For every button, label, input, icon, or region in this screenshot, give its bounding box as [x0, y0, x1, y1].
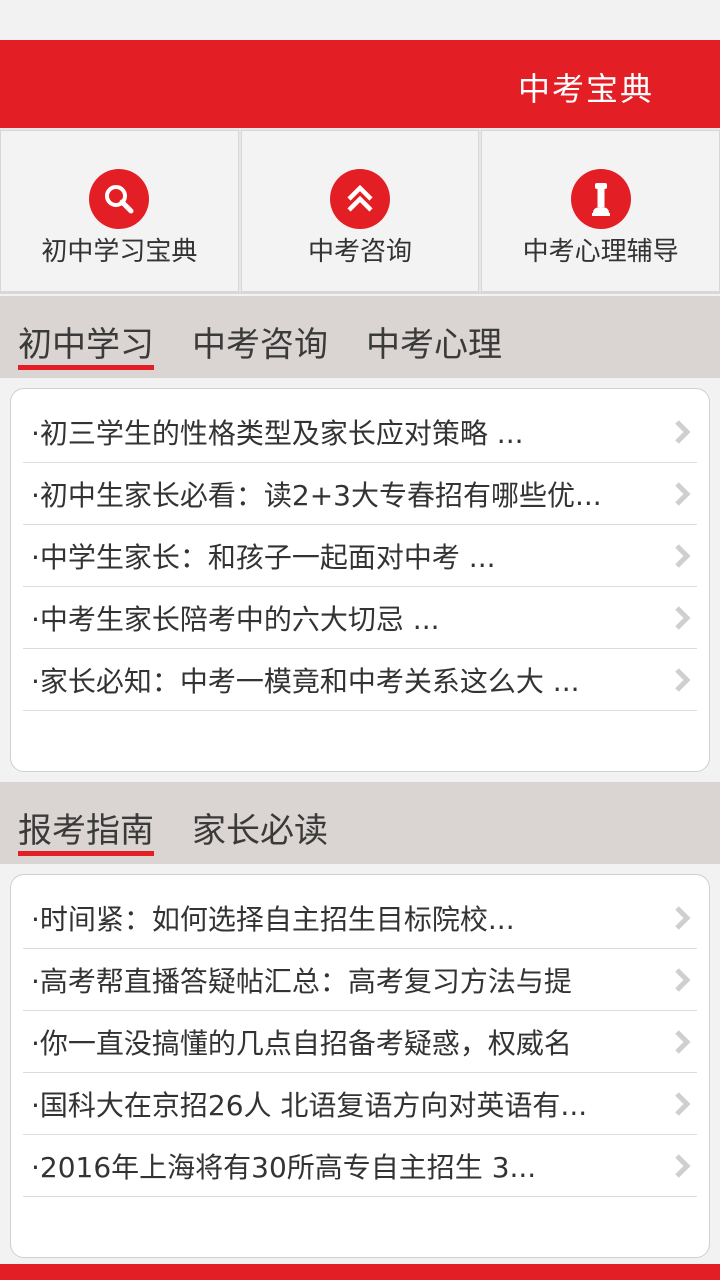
shortcut-study-guide[interactable]: 初中学习宝典: [0, 130, 239, 292]
list-item-title: ·时间紧：如何选择自主招生目标院校...: [31, 902, 515, 936]
tab-parent-reading[interactable]: 家长必读: [192, 810, 328, 864]
chevron-right-icon: [675, 967, 691, 992]
list-item[interactable]: ·2016年上海将有30所高专自主招生 3...: [23, 1135, 697, 1197]
list-item[interactable]: ·你一直没搞懂的几点自招备考疑惑，权威名: [23, 1011, 697, 1073]
chevron-right-icon: [675, 905, 691, 930]
section1-tabbar: 初中学习 中考咨询 中考心理: [0, 296, 720, 378]
list-item[interactable]: ·高考帮直播答疑帖汇总：高考复习方法与提: [23, 949, 697, 1011]
list-item[interactable]: ·中学生家长：和孩子一起面对中考 ...: [23, 525, 697, 587]
chevron-right-icon: [675, 1091, 691, 1116]
list-item[interactable]: ·家长必知：中考一模竟和中考关系这么大 ...: [23, 649, 697, 711]
chevron-right-icon: [675, 419, 691, 444]
list-item-title: ·高考帮直播答疑帖汇总：高考复习方法与提: [31, 964, 572, 998]
chevron-right-icon: [675, 1029, 691, 1054]
tab-exam-guide[interactable]: 报考指南: [18, 810, 154, 864]
list-item[interactable]: ·时间紧：如何选择自主招生目标院校...: [23, 887, 697, 949]
list-item-title: ·2016年上海将有30所高专自主招生 3...: [31, 1150, 537, 1184]
list-item-title: ·你一直没搞懂的几点自招备考疑惑，权威名: [31, 1026, 572, 1060]
list-item[interactable]: ·国科大在京招26人 北语复语方向对英语有...: [23, 1073, 697, 1135]
chess-piece-icon: [570, 169, 631, 229]
bottom-red-bar: [0, 1264, 720, 1280]
list-item-title: ·中考生家长陪考中的六大切忌 ...: [31, 602, 440, 636]
list-item-title: ·家长必知：中考一模竟和中考关系这么大 ...: [31, 664, 580, 698]
tab-junior-study[interactable]: 初中学习: [18, 324, 154, 378]
list-item-title: ·中学生家长：和孩子一起面对中考 ...: [31, 540, 496, 574]
list-item-title: ·初中生家长必看：读2+3大专春招有哪些优...: [31, 478, 602, 512]
tab-exam-psych[interactable]: 中考心理: [366, 324, 502, 378]
list-item-title: ·国科大在京招26人 北语复语方向对英语有...: [31, 1088, 588, 1122]
list-item-title: ·初三学生的性格类型及家长应对策略 ...: [31, 416, 524, 450]
shortcut-psych-counsel[interactable]: 中考心理辅导: [481, 130, 720, 292]
app-title: 中考宝典: [517, 70, 654, 108]
shortcut-exam-consult[interactable]: 中考咨询: [240, 130, 480, 292]
status-bar-space: [0, 0, 720, 40]
list-item[interactable]: ·中考生家长陪考中的六大切忌 ...: [23, 587, 697, 649]
double-chevron-up-icon: [330, 169, 390, 229]
chevron-right-icon: [675, 481, 691, 506]
shortcut-label: 中考心理辅导: [522, 237, 679, 267]
list-item[interactable]: ·初三学生的性格类型及家长应对策略 ...: [23, 401, 697, 463]
shortcut-grid: 初中学习宝典 中考咨询 中考心理辅导: [0, 128, 720, 294]
section2-list-card: ·时间紧：如何选择自主招生目标院校... ·高考帮直播答疑帖汇总：高考复习方法与…: [10, 874, 710, 1258]
section1-list-card: ·初三学生的性格类型及家长应对策略 ... ·初中生家长必看：读2+3大专春招有…: [10, 388, 710, 772]
list-item[interactable]: ·初中生家长必看：读2+3大专春招有哪些优...: [23, 463, 697, 525]
chevron-right-icon: [675, 605, 691, 630]
chevron-right-icon: [675, 543, 691, 568]
tab-exam-consult[interactable]: 中考咨询: [192, 324, 328, 378]
app-header: 中考宝典: [0, 40, 720, 128]
chevron-right-icon: [675, 1153, 691, 1178]
search-icon: [89, 169, 150, 229]
shortcut-label: 中考咨询: [308, 237, 413, 267]
shortcut-label: 初中学习宝典: [41, 237, 198, 267]
section2-tabbar: 报考指南 家长必读: [0, 782, 720, 864]
chevron-right-icon: [675, 667, 691, 692]
